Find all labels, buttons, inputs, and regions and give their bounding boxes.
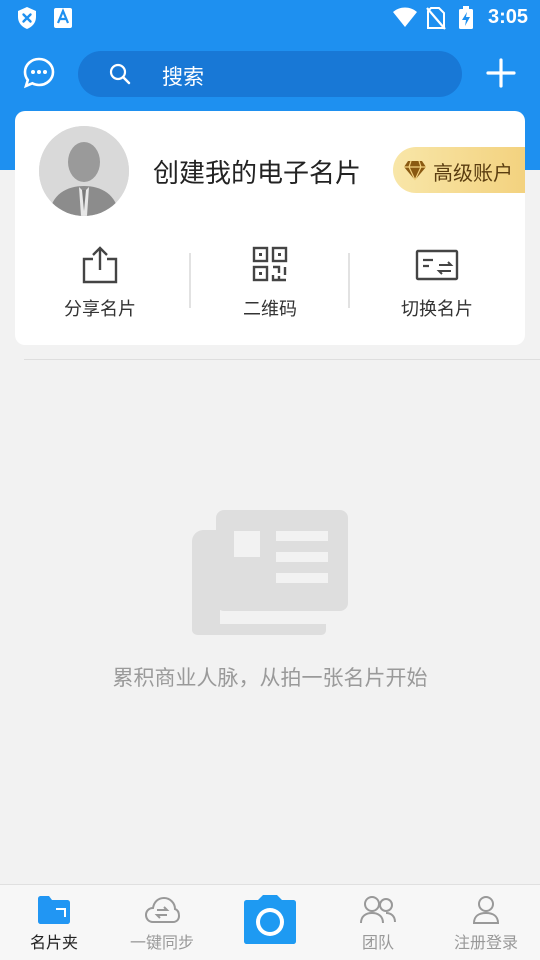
premium-account-button[interactable]: 高级账户 [393,147,525,193]
nav-item-card-folder[interactable]: 名片夹 [0,885,108,960]
no-sim-icon [426,7,446,30]
share-card-button[interactable]: 分享名片 [15,241,185,321]
business-card-stack-icon [192,510,348,635]
profile-card: 创建我的电子名片 高级账户 分享名片 二维码 切换名片 [15,111,525,345]
user-icon [472,896,500,924]
qr-code-button[interactable]: 二维码 [185,241,355,321]
battery-charging-icon [459,6,473,29]
nav-label-card-folder: 名片夹 [29,933,78,952]
chat-bubble-icon[interactable] [22,56,56,90]
search-input[interactable]: 搜索 [78,51,462,97]
switch-card-button[interactable]: 切换名片 [352,241,522,321]
share-card-label: 分享名片 [64,299,136,320]
shield-x-icon [18,7,36,29]
wifi-icon [393,7,417,27]
nav-item-login[interactable]: 注册登录 [432,885,540,960]
nav-label-team: 团队 [361,933,394,952]
premium-label: 高级账户 [433,161,513,185]
create-card-title[interactable]: 创建我的电子名片 [153,153,361,190]
search-placeholder: 搜索 [162,65,204,89]
team-icon [360,896,396,924]
default-avatar-icon [39,126,129,216]
folder-icon [38,896,70,924]
section-divider [24,359,540,360]
status-time: 3:05 [487,6,528,28]
status-bar: 3:05 [0,0,540,36]
nav-label-login: 注册登录 [453,933,518,952]
card-actions: 分享名片 二维码 切换名片 [15,241,525,321]
switch-card-label: 切换名片 [401,299,473,320]
avatar[interactable] [39,126,129,216]
bottom-nav: 名片夹 一键同步 团队 注册登录 [0,884,540,960]
search-icon [109,63,131,85]
qr-code-label: 二维码 [243,299,297,320]
camera-icon[interactable] [240,895,300,945]
qr-code-icon [252,246,288,282]
diamond-icon [404,160,426,181]
share-icon [82,246,118,284]
action-divider [348,253,350,308]
nav-item-sync[interactable]: 一键同步 [108,885,216,960]
nav-label-sync: 一键同步 [129,933,194,952]
switch-card-icon [415,249,459,281]
plus-icon[interactable] [485,57,517,89]
top-header: 搜索 [0,44,540,104]
cloud-sync-icon [144,896,180,923]
empty-state-message: 累积商业人脉，从拍一张名片开始 [112,666,428,690]
nav-item-team[interactable]: 团队 [324,885,432,960]
text-a-icon [54,8,72,28]
